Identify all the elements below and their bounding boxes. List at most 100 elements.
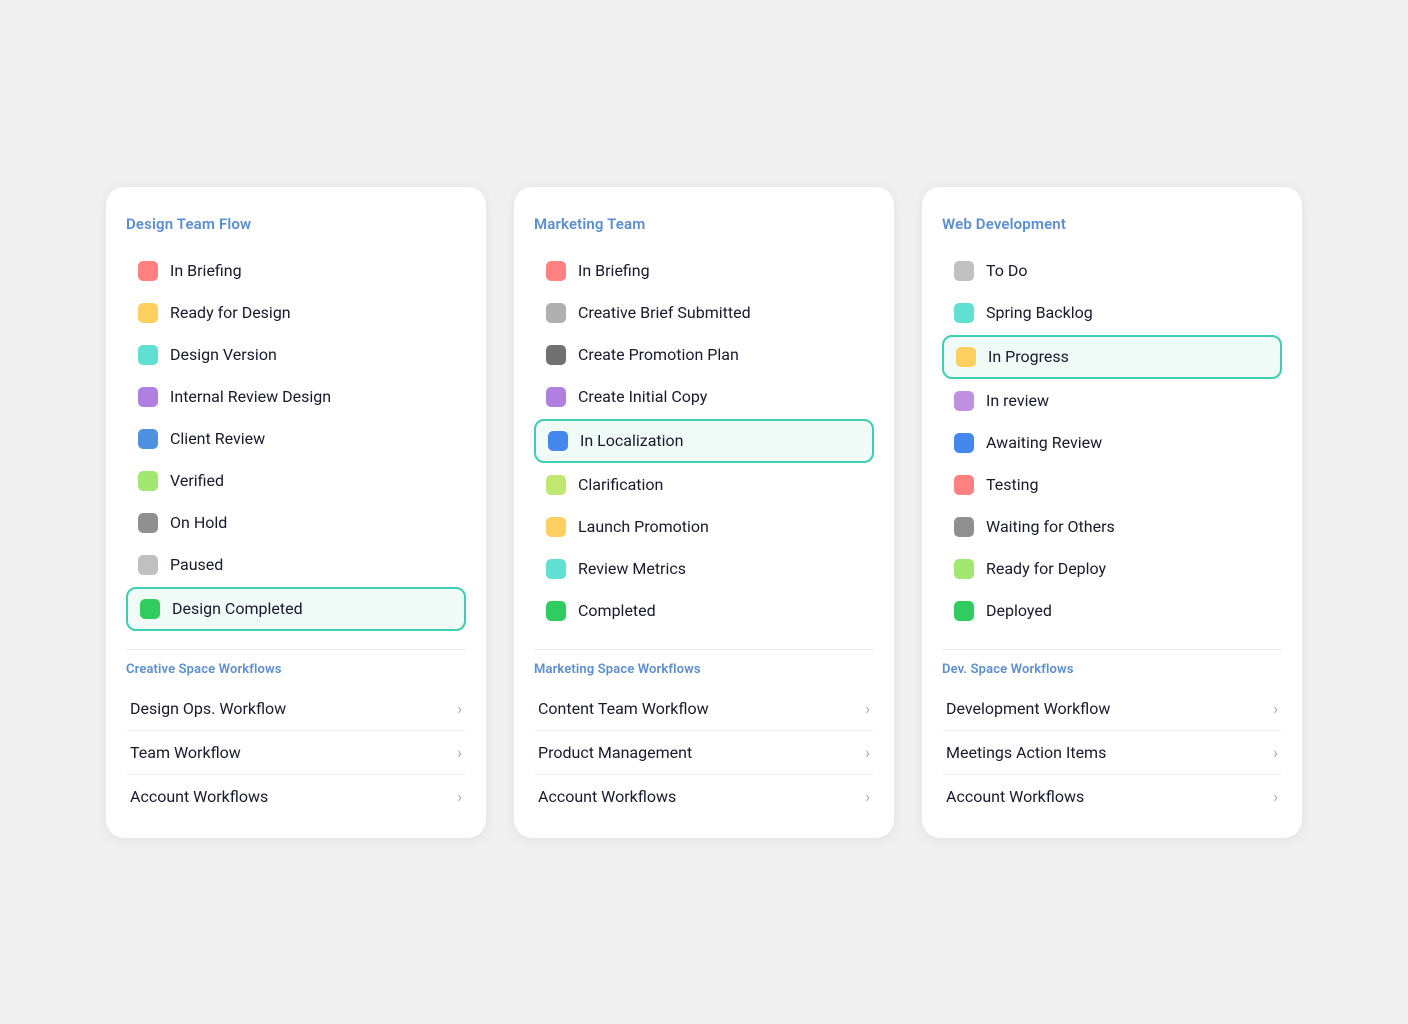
status-item[interactable]: Create Promotion Plan bbox=[534, 335, 874, 375]
columns-container: Design Team Flow In Briefing Ready for Des… bbox=[106, 187, 1302, 838]
workflow-label: Product Management bbox=[538, 743, 692, 762]
status-label: Launch Promotion bbox=[578, 517, 709, 536]
chevron-right-icon: › bbox=[1273, 743, 1278, 762]
chevron-right-icon: › bbox=[1273, 699, 1278, 718]
status-color-box bbox=[954, 433, 974, 453]
status-item[interactable]: In Briefing bbox=[534, 251, 874, 291]
column-webdev: Web DevelopmentTo DoSpring BacklogIn Pro… bbox=[922, 187, 1302, 838]
status-color-box bbox=[956, 347, 976, 367]
status-label: Create Initial Copy bbox=[578, 387, 707, 406]
status-item[interactable]: Spring Backlog bbox=[942, 293, 1282, 333]
status-item[interactable]: Ready for Design bbox=[126, 293, 466, 333]
status-item[interactable]: Review Metrics bbox=[534, 549, 874, 589]
status-item[interactable]: Waiting for Others bbox=[942, 507, 1282, 547]
status-item[interactable]: Verified bbox=[126, 461, 466, 501]
chevron-right-icon: › bbox=[457, 787, 462, 806]
status-label: In review bbox=[986, 391, 1049, 410]
column-title-marketing: Marketing Team bbox=[534, 215, 874, 233]
workflow-item[interactable]: Account Workflows› bbox=[942, 775, 1282, 818]
status-item[interactable]: Design Completed bbox=[126, 587, 466, 631]
workflow-item[interactable]: Product Management› bbox=[534, 731, 874, 775]
status-item[interactable]: Launch Promotion bbox=[534, 507, 874, 547]
status-label: Spring Backlog bbox=[986, 303, 1093, 322]
status-label: Paused bbox=[170, 555, 223, 574]
status-color-box bbox=[954, 261, 974, 281]
status-item[interactable]: In Briefing bbox=[126, 251, 466, 291]
workflow-list-marketing: Content Team Workflow › Product Management… bbox=[534, 687, 874, 818]
status-item[interactable]: Testing bbox=[942, 465, 1282, 505]
chevron-right-icon: › bbox=[457, 743, 462, 762]
space-workflows-title-webdev: Dev. Space Workflows bbox=[942, 662, 1282, 677]
workflow-label: Account Workflows bbox=[538, 787, 676, 806]
workflow-item[interactable]: Design Ops. Workflow › bbox=[126, 687, 466, 731]
status-color-box bbox=[548, 431, 568, 451]
workflow-item[interactable]: Account Workflows › bbox=[534, 775, 874, 818]
status-item[interactable]: Ready for Deploy bbox=[942, 549, 1282, 589]
status-item[interactable]: Creative Brief Submitted bbox=[534, 293, 874, 333]
chevron-right-icon: › bbox=[865, 699, 870, 718]
status-item[interactable]: Deployed bbox=[942, 591, 1282, 631]
status-label: Completed bbox=[578, 601, 656, 620]
status-item[interactable]: In Progress bbox=[942, 335, 1282, 379]
status-color-box bbox=[546, 559, 566, 579]
workflow-item[interactable]: Meetings Action Items › bbox=[942, 731, 1282, 775]
status-item[interactable]: Clarification bbox=[534, 465, 874, 505]
workflow-label: Account Workflows bbox=[130, 787, 268, 806]
status-color-box bbox=[546, 261, 566, 281]
status-item[interactable]: Internal Review Design bbox=[126, 377, 466, 417]
status-color-box bbox=[954, 475, 974, 495]
status-color-box bbox=[954, 517, 974, 537]
status-item[interactable]: Design Version bbox=[126, 335, 466, 375]
status-label: Verified bbox=[170, 471, 224, 490]
workflow-list-webdev: Development Workflow›Meetings Action Ite… bbox=[942, 687, 1282, 818]
status-label: Design Version bbox=[170, 345, 277, 364]
status-color-box bbox=[546, 303, 566, 323]
column-marketing: Marketing Team In Briefing Creative Brief … bbox=[514, 187, 894, 838]
workflow-item[interactable]: Team Workflow› bbox=[126, 731, 466, 775]
status-color-box bbox=[546, 345, 566, 365]
status-color-box bbox=[954, 601, 974, 621]
status-label: Create Promotion Plan bbox=[578, 345, 739, 364]
status-label: Creative Brief Submitted bbox=[578, 303, 751, 322]
status-color-box bbox=[138, 303, 158, 323]
status-item[interactable]: Create Initial Copy bbox=[534, 377, 874, 417]
status-color-box bbox=[138, 345, 158, 365]
workflow-label: Design Ops. Workflow bbox=[130, 699, 286, 718]
chevron-right-icon: › bbox=[1273, 787, 1278, 806]
status-label: Deployed bbox=[986, 601, 1052, 620]
status-item[interactable]: Paused bbox=[126, 545, 466, 585]
space-workflows-title-design: Creative Space Workflows bbox=[126, 662, 466, 677]
status-color-box bbox=[546, 517, 566, 537]
workflow-item[interactable]: Account Workflows › bbox=[126, 775, 466, 818]
workflow-label: Meetings Action Items bbox=[946, 743, 1106, 762]
status-item[interactable]: Awaiting Review bbox=[942, 423, 1282, 463]
status-label: Ready for Deploy bbox=[986, 559, 1106, 578]
status-item[interactable]: On Hold bbox=[126, 503, 466, 543]
status-color-box bbox=[138, 261, 158, 281]
status-item[interactable]: In Localization bbox=[534, 419, 874, 463]
status-item[interactable]: To Do bbox=[942, 251, 1282, 291]
status-color-box bbox=[138, 471, 158, 491]
status-color-box bbox=[138, 555, 158, 575]
status-list-webdev: To Do Spring Backlog In Progress In review A… bbox=[942, 251, 1282, 631]
status-item[interactable]: Client Review bbox=[126, 419, 466, 459]
status-label: Ready for Design bbox=[170, 303, 291, 322]
workflow-list-design: Design Ops. Workflow›Team Workflow›Accou… bbox=[126, 687, 466, 818]
workflow-item[interactable]: Content Team Workflow › bbox=[534, 687, 874, 731]
status-label: Clarification bbox=[578, 475, 663, 494]
status-color-box bbox=[138, 387, 158, 407]
status-color-box bbox=[546, 601, 566, 621]
space-workflows-title-marketing: Marketing Space Workflows bbox=[534, 662, 874, 677]
chevron-right-icon: › bbox=[457, 699, 462, 718]
status-item[interactable]: Completed bbox=[534, 591, 874, 631]
chevron-right-icon: › bbox=[865, 787, 870, 806]
workflow-item[interactable]: Development Workflow› bbox=[942, 687, 1282, 731]
status-color-box bbox=[954, 391, 974, 411]
column-title-design: Design Team Flow bbox=[126, 215, 466, 233]
status-label: Awaiting Review bbox=[986, 433, 1102, 452]
status-label: Design Completed bbox=[172, 599, 303, 618]
status-color-box bbox=[138, 429, 158, 449]
status-color-box bbox=[954, 303, 974, 323]
workflow-label: Content Team Workflow bbox=[538, 699, 709, 718]
status-item[interactable]: In review bbox=[942, 381, 1282, 421]
